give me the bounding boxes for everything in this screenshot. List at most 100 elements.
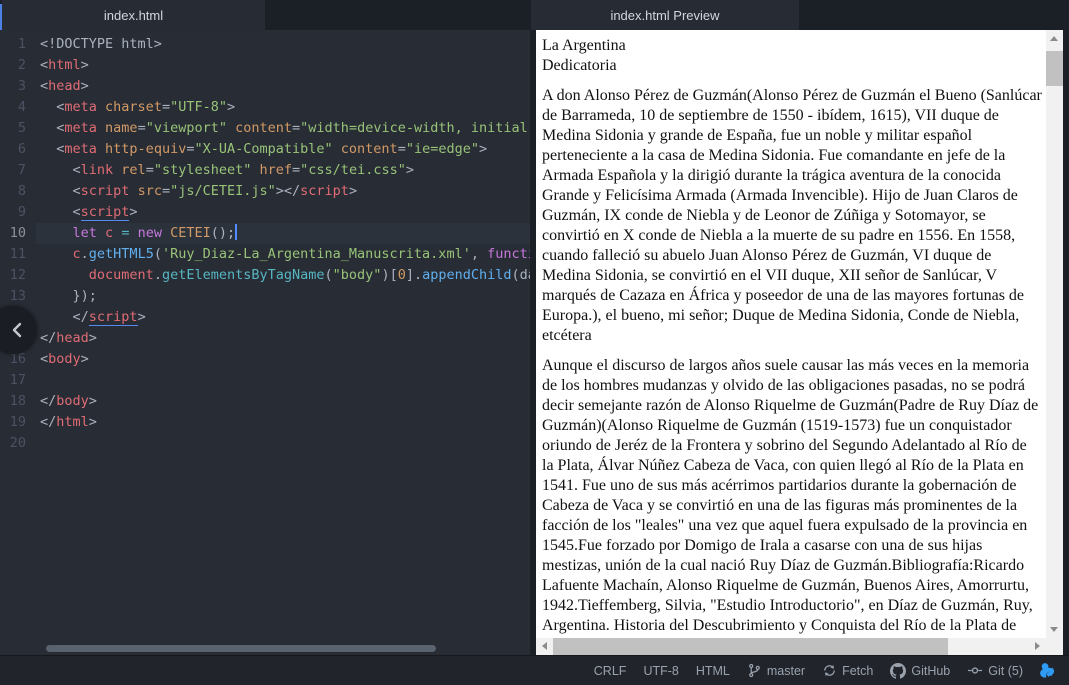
code-token (129, 225, 137, 241)
scroll-up-arrow-icon[interactable] (1050, 36, 1058, 41)
html-preview-pane: La ArgentinaDedicatoriaA don Alonso Pére… (536, 30, 1063, 655)
code-line[interactable]: 16<body> (0, 349, 530, 370)
status-item-utf-8[interactable]: UTF-8 (643, 664, 678, 678)
code-text: </html> (36, 412, 530, 433)
tab-preview-index-html[interactable]: index.html Preview (531, 0, 799, 30)
code-text: <html> (36, 55, 530, 76)
code-line[interactable]: 5 <meta name="viewport" content="width=d… (0, 118, 530, 139)
code-text: let c = new CETEI(); (36, 223, 530, 244)
code-line[interactable]: 1<!DOCTYPE html> (0, 34, 530, 55)
code-token: ( (154, 246, 162, 262)
line-number: 20 (0, 433, 36, 454)
code-text: <body> (36, 349, 530, 370)
line-number: 3 (0, 76, 36, 97)
code-line[interactable]: 3<head> (0, 76, 530, 97)
code-text: <meta name="viewport" content="width=dev… (36, 118, 530, 139)
preview-vertical-scrollbar[interactable] (1046, 30, 1063, 638)
code-token (97, 99, 105, 115)
status-item-html[interactable]: HTML (696, 664, 730, 678)
tab-bar: index.html index.html Preview (0, 0, 1069, 30)
code-line[interactable]: 19</html> (0, 412, 530, 433)
code-text: <head> (36, 76, 530, 97)
code-token (227, 120, 235, 136)
main-split: 1<!DOCTYPE html>2<html>3<head>4 <meta ch… (0, 30, 1069, 655)
status-item-crlf[interactable]: CRLF (594, 664, 627, 678)
preview-content: La ArgentinaDedicatoriaA don Alonso Pére… (536, 30, 1046, 638)
code-text: <script> (36, 202, 530, 223)
code-token: </ (40, 393, 56, 409)
code-line[interactable]: 12 document.getElementsByTagName("body")… (0, 265, 530, 286)
status-item-fetch[interactable]: Fetch (822, 663, 873, 678)
code-token: (); (211, 225, 235, 241)
code-line[interactable]: 4 <meta charset="UTF-8"> (0, 97, 530, 118)
scroll-down-arrow-icon[interactable] (1050, 627, 1058, 632)
preview-hscroll-thumb[interactable] (553, 638, 948, 655)
code-line[interactable]: 9 <script> (0, 202, 530, 223)
code-line[interactable]: 13 }); (0, 286, 530, 307)
editor-horizontal-scrollbar-thumb[interactable] (46, 645, 436, 652)
preview-horizontal-scrollbar[interactable] (536, 638, 1046, 655)
code-token: = (138, 120, 146, 136)
status-item-master[interactable]: master (747, 663, 805, 678)
code-token: , (471, 246, 487, 262)
code-line[interactable]: 11 c.getHTML5('Ruy_Diaz-La_Argentina_Man… (0, 244, 530, 265)
line-number: 2 (0, 55, 36, 76)
status-item-git-5[interactable]: Git (5) (967, 663, 1023, 678)
code-token: </ (40, 309, 89, 325)
code-token: content (341, 141, 398, 157)
line-number: 9 (0, 202, 36, 223)
code-token (40, 246, 73, 262)
code-token: </ (40, 330, 56, 346)
code-token: "X-UA-Compatible" (194, 141, 332, 157)
code-token: > (129, 204, 137, 220)
scroll-right-arrow-icon[interactable] (1035, 642, 1040, 650)
code-token: html (56, 414, 89, 430)
scroll-left-arrow-icon[interactable] (542, 642, 547, 650)
code-line[interactable]: 7 <link rel="stylesheet" href="css/tei.c… (0, 160, 530, 181)
code-line[interactable]: 10 let c = new CETEI(); (0, 223, 530, 244)
code-token: document (89, 267, 154, 283)
code-line[interactable]: 18</body> (0, 391, 530, 412)
code-token: getElementsByTagName (162, 267, 325, 283)
code-line[interactable]: 6 <meta http-equiv="X-UA-Compatible" con… (0, 139, 530, 160)
code-token: . (81, 246, 89, 262)
code-token: "js/CETEI.js" (170, 183, 276, 199)
code-token: < (40, 120, 64, 136)
code-token: > (138, 309, 146, 325)
tab-editor-index-html[interactable]: index.html (2, 0, 265, 30)
code-token: content (235, 120, 292, 136)
code-token: > (349, 183, 357, 199)
code-token: getHTML5 (89, 246, 154, 262)
code-token: < (40, 162, 81, 178)
code-line[interactable]: 17 (0, 370, 530, 391)
code-token: . (154, 267, 162, 283)
code-token (97, 120, 105, 136)
code-token: < (40, 204, 81, 220)
code-line[interactable]: 15</head> (0, 328, 530, 349)
code-line[interactable]: 20 (0, 433, 530, 454)
status-item-github[interactable]: GitHub (890, 663, 950, 679)
code-line[interactable]: 8 <script src="js/CETEI.js"></script> (0, 181, 530, 202)
status-item-squirrel-icon[interactable] (1040, 662, 1059, 679)
code-editor-pane[interactable]: 1<!DOCTYPE html>2<html>3<head>4 <meta ch… (0, 30, 530, 655)
code-token: > (89, 330, 97, 346)
preview-vscroll-thumb[interactable] (1046, 51, 1063, 86)
tab-preview-label: index.html Preview (610, 8, 719, 23)
line-number: 11 (0, 244, 36, 265)
line-number: 1 (0, 34, 36, 55)
code-line[interactable]: 14 </script> (0, 307, 530, 328)
code-line[interactable]: 2<html> (0, 55, 530, 76)
git-commit-icon (967, 663, 983, 678)
code-text: <!DOCTYPE html> (36, 34, 530, 55)
code-token: charset (105, 99, 162, 115)
preview-title-line: Dedicatoria (542, 56, 1042, 76)
status-item-label: HTML (696, 664, 730, 678)
line-number: 13 (0, 286, 36, 307)
git-branch-icon (747, 663, 762, 678)
window-right-edge (1063, 30, 1069, 655)
code-text: </head> (36, 328, 530, 349)
code-token: = (292, 120, 300, 136)
code-token: body (56, 393, 89, 409)
code-token: c (105, 225, 113, 241)
code-token: link (81, 162, 114, 178)
